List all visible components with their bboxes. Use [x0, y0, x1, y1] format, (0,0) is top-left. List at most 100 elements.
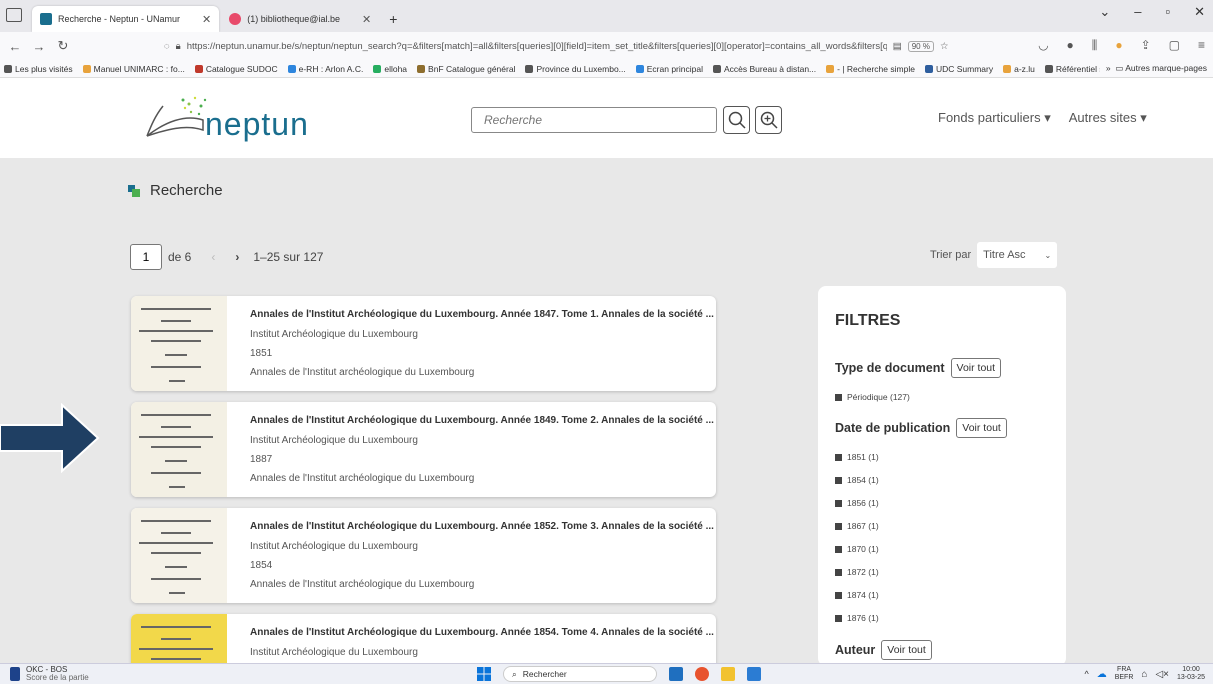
network-icon[interactable]: ⌂ — [1141, 669, 1147, 680]
result-thumbnail[interactable] — [131, 402, 227, 497]
bookmark-item[interactable]: e-RH : Arlon A.C. — [287, 64, 363, 74]
zoom-level[interactable]: 90 % — [907, 40, 934, 52]
filter-item[interactable]: 1851 (1) — [835, 452, 879, 462]
bookmark-item[interactable]: a-z.lu — [1003, 64, 1035, 74]
windows-start-icon[interactable] — [477, 667, 491, 681]
close-tab-icon[interactable]: ✕ — [362, 13, 371, 26]
file-explorer-icon[interactable] — [721, 667, 735, 681]
sidebar-icon[interactable]: ▢ — [1169, 38, 1180, 53]
result-thumbnail[interactable] — [131, 296, 227, 391]
bookmark-item[interactable]: - | Recherche simple — [826, 64, 915, 74]
pocket-icon[interactable]: ◡ — [1038, 38, 1048, 53]
sort-select[interactable]: Titre Asc ⌄ — [977, 242, 1058, 268]
next-page-button[interactable]: › — [225, 244, 249, 270]
checkbox-icon — [835, 545, 842, 553]
close-icon[interactable]: ✕ — [1194, 4, 1205, 20]
reload-icon[interactable]: ↻ — [54, 38, 72, 54]
checkbox-icon — [835, 499, 842, 507]
nav-fonds-particuliers[interactable]: Fonds particuliers ▾ — [938, 110, 1051, 126]
taskbar: OKC - BOS Score de la partie ⌕ Recherche… — [0, 663, 1213, 684]
checkbox-icon — [835, 568, 842, 576]
toolbar-extensions: ◡ ● ⫼ ● ⇪ ▢ ≡ — [1038, 38, 1205, 53]
menu-icon[interactable]: ≡ — [1198, 38, 1205, 53]
filter-item[interactable]: 1867 (1) — [835, 521, 879, 531]
page-number-input[interactable] — [130, 244, 162, 270]
bookmark-item[interactable]: Catalogue SUDOC — [194, 64, 278, 74]
filter-item[interactable]: 1876 (1) — [835, 613, 879, 623]
filter-item[interactable]: 1870 (1) — [835, 544, 879, 554]
result-year: 1851 — [250, 348, 273, 359]
reader-icon[interactable]: ▤ — [893, 41, 902, 52]
onedrive-icon[interactable]: ☁ — [1097, 669, 1107, 680]
result-card[interactable]: Annales de l'Institut Archéologique du L… — [131, 296, 716, 391]
filter-item[interactable]: 1856 (1) — [835, 498, 879, 508]
new-tab-button[interactable]: + — [381, 6, 405, 32]
taskbar-widget[interactable]: OKC - BOS Score de la partie — [10, 666, 89, 682]
bookmark-icon — [1003, 64, 1012, 73]
search-input[interactable] — [471, 107, 717, 133]
bookmark-icon — [194, 64, 203, 73]
result-series: Annales de l'Institut archéologique du L… — [250, 579, 475, 590]
other-bookmarks[interactable]: » ▭ Autres marque-pages — [1099, 63, 1207, 74]
filter-item[interactable]: 1854 (1) — [835, 475, 879, 485]
forward-icon[interactable]: → — [30, 39, 48, 54]
tab-list-icon[interactable] — [6, 8, 22, 22]
voir-tout-button[interactable]: Voir tout — [950, 358, 1002, 378]
language-indicator[interactable]: FRA BEFR — [1115, 666, 1134, 682]
search-button[interactable] — [723, 106, 750, 134]
chevron-up-icon[interactable]: ^ — [1084, 669, 1088, 679]
result-title[interactable]: Annales de l'Institut Archéologique du L… — [250, 521, 714, 532]
bookmark-item[interactable]: Les plus visités — [4, 64, 73, 74]
nba-icon — [10, 667, 20, 681]
collection-icon — [128, 185, 140, 197]
voir-tout-button[interactable]: Voir tout — [956, 418, 1007, 438]
result-card[interactable]: Annales de l'Institut Archéologique du L… — [131, 402, 716, 497]
bookmark-item[interactable]: Ecran principal — [635, 64, 703, 74]
volume-icon[interactable]: ◁× — [1155, 669, 1169, 680]
outlook-icon[interactable] — [669, 667, 683, 681]
result-title[interactable]: Annales de l'Institut Archéologique du L… — [250, 627, 714, 638]
extension-icon[interactable]: ● — [1115, 38, 1122, 53]
logo-text[interactable]: neptun — [205, 106, 309, 143]
result-title[interactable]: Annales de l'Institut Archéologique du L… — [250, 309, 714, 320]
advanced-search-button[interactable] — [755, 106, 782, 134]
nav-autres-sites[interactable]: Autres sites ▾ — [1069, 110, 1147, 126]
bookmark-item[interactable]: Province du Luxembo... — [525, 64, 626, 74]
star-icon[interactable]: ☆ — [940, 41, 949, 52]
chevron-right-icon[interactable]: » — [1106, 63, 1111, 73]
bookmark-item[interactable]: UDC Summary — [924, 64, 993, 74]
voir-tout-button[interactable]: Voir tout — [881, 640, 932, 660]
bookmark-item[interactable]: Manuel UNIMARC : fo... — [82, 64, 185, 74]
word-icon[interactable] — [747, 667, 761, 681]
clock[interactable]: 10:00 13-03-25 — [1177, 666, 1205, 682]
browser-nav-bar: ← → ↻ ◌ 🔒︎ https://neptun.unamur.be/s/ne… — [0, 32, 1213, 60]
filter-group-doc-type: Type de document Voir tout — [835, 358, 1002, 378]
result-thumbnail[interactable] — [131, 508, 227, 603]
bookmark-item[interactable]: Accès Bureau à distan... — [713, 64, 816, 74]
chevron-down-icon[interactable]: ⌄ — [1099, 4, 1110, 20]
library-icon[interactable]: ⫼ — [1092, 38, 1098, 53]
bookmark-item[interactable]: BnF Catalogue général — [417, 64, 515, 74]
browser-tab-mail[interactable]: (1) bibliotheque@ial.be ✕ — [221, 6, 379, 32]
close-tab-icon[interactable]: ✕ — [202, 13, 211, 26]
url-text[interactable]: https://neptun.unamur.be/s/neptun/neptun… — [187, 41, 887, 52]
sort-value: Titre Asc — [983, 249, 1026, 261]
taskbar-apps: ⌕ Rechercher — [477, 666, 761, 682]
prev-page-button[interactable]: ‹ — [201, 244, 225, 270]
share-icon[interactable]: ⇪ — [1141, 38, 1151, 53]
filter-item[interactable]: 1872 (1) — [835, 567, 879, 577]
taskbar-search[interactable]: ⌕ Rechercher — [503, 666, 657, 682]
firefox-icon[interactable] — [695, 667, 709, 681]
minimize-icon[interactable]: – — [1134, 4, 1141, 20]
browser-tab-neptun[interactable]: Recherche - Neptun - UNamur ✕ — [32, 6, 220, 32]
site-nav: Fonds particuliers ▾ Autres sites ▾ — [938, 110, 1147, 126]
result-card[interactable]: Annales de l'Institut Archéologique du L… — [131, 508, 716, 603]
filter-item[interactable]: Périodique (127) — [835, 392, 910, 402]
bookmark-item[interactable]: elloha — [373, 64, 407, 74]
address-bar[interactable]: ◌ 🔒︎ https://neptun.unamur.be/s/neptun/n… — [160, 35, 980, 57]
maximize-icon[interactable]: ▫ — [1165, 4, 1170, 20]
back-icon[interactable]: ← — [6, 39, 24, 54]
result-title[interactable]: Annales de l'Institut Archéologique du L… — [250, 415, 714, 426]
extension-icon[interactable]: ● — [1067, 38, 1074, 53]
filter-item[interactable]: 1874 (1) — [835, 590, 879, 600]
